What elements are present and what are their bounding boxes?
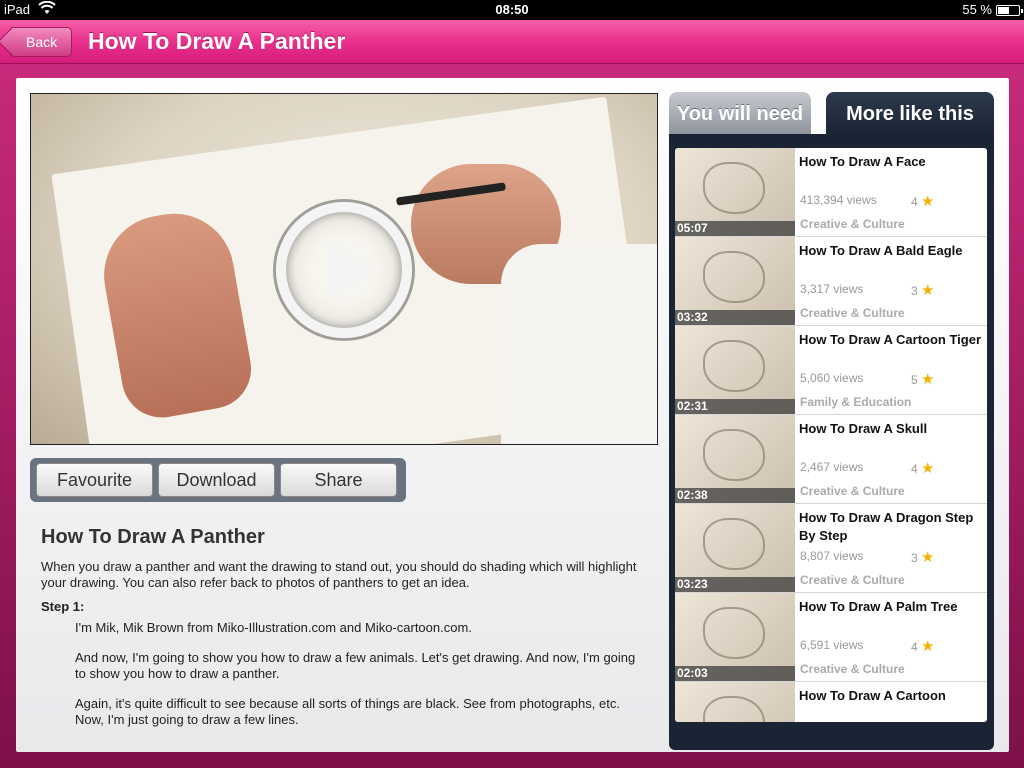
- thumbnail-sketch: [703, 607, 765, 659]
- list-item[interactable]: 05:07 How To Draw A Face 413,394 views 4…: [675, 148, 987, 237]
- video-title: How To Draw A Cartoon Tiger: [799, 332, 982, 347]
- related-list-container: 05:07 How To Draw A Face 413,394 views 4…: [669, 134, 994, 750]
- video-frame-sleeve: [501, 244, 657, 444]
- category-label: Creative & Culture: [800, 306, 905, 320]
- duration-label: 03:23: [675, 577, 795, 592]
- related-sidebar: You will need More like this 05:07 How T…: [669, 92, 995, 752]
- video-thumbnail: 02:31: [675, 326, 795, 414]
- main-stage: Favourite Download Share How To Draw A P…: [0, 64, 1024, 768]
- video-thumbnail: 03:32: [675, 237, 795, 325]
- description-heading: How To Draw A Panther: [41, 526, 265, 548]
- video-title: How To Draw A Cartoon: [799, 688, 946, 703]
- star-icon: ★: [921, 460, 935, 477]
- duration-label: 05:07: [675, 221, 795, 236]
- status-bar: iPad 08:50 55 %: [0, 0, 1024, 20]
- video-player[interactable]: [30, 93, 658, 445]
- rating: 4 ★: [911, 459, 934, 477]
- back-button[interactable]: Back: [0, 26, 72, 57]
- category-label: Creative & Culture: [800, 662, 905, 676]
- back-button-label: Back: [26, 34, 58, 50]
- rating: 3 ★: [911, 548, 934, 566]
- rating: 4 ★: [911, 637, 934, 655]
- video-title: How To Draw A Dragon Step By Step: [799, 510, 974, 543]
- rating: 4 ★: [911, 192, 934, 210]
- rating: 3 ★: [911, 281, 934, 299]
- rating: 5 ★: [911, 370, 934, 388]
- category-label: Creative & Culture: [800, 573, 905, 587]
- star-icon: ★: [921, 371, 935, 388]
- transcript-paragraph: I'm Mik, Mik Brown from Miko-Illustratio…: [75, 620, 472, 635]
- thumbnail-sketch: [703, 518, 765, 570]
- video-title: How To Draw A Face: [799, 154, 926, 169]
- category-label: Family & Education: [800, 395, 912, 409]
- duration-label: 02:31: [675, 399, 795, 414]
- duration-label: 02:38: [675, 488, 795, 503]
- video-title: How To Draw A Skull: [799, 421, 928, 436]
- share-button[interactable]: Share: [280, 463, 397, 497]
- clock: 08:50: [495, 2, 529, 17]
- thumbnail-sketch: [703, 162, 765, 214]
- video-title: How To Draw A Bald Eagle: [799, 243, 963, 258]
- content-panel: Favourite Download Share How To Draw A P…: [16, 78, 1009, 752]
- play-icon: [328, 242, 372, 298]
- favourite-button[interactable]: Favourite: [36, 463, 153, 497]
- category-label: Creative & Culture: [800, 217, 905, 231]
- star-icon: ★: [921, 638, 935, 655]
- view-count: 413,394 views: [800, 193, 877, 207]
- star-icon: ★: [921, 549, 935, 566]
- duration-label: 03:32: [675, 310, 795, 325]
- star-icon: ★: [921, 193, 935, 210]
- video-thumbnail: 02:38: [675, 415, 795, 503]
- thumbnail-sketch: [703, 696, 765, 722]
- video-title: How To Draw A Palm Tree: [799, 599, 958, 614]
- transcript-paragraph: Again, it's quite difficult to see becau…: [75, 696, 620, 727]
- category-label: Creative & Culture: [800, 484, 905, 498]
- page-title: How To Draw A Panther: [88, 28, 346, 54]
- list-item[interactable]: 02:38 How To Draw A Skull 2,467 views 4 …: [675, 415, 987, 504]
- transcript-paragraph: And now, I'm going to show you how to dr…: [75, 650, 636, 681]
- step-label: Step 1:: [41, 599, 85, 614]
- action-bar: Favourite Download Share: [30, 458, 406, 502]
- description-intro: When you draw a panther and want the dra…: [41, 559, 637, 590]
- list-item[interactable]: 02:31 How To Draw A Cartoon Tiger 5,060 …: [675, 326, 987, 415]
- thumbnail-sketch: [703, 251, 765, 303]
- battery-icon: [996, 5, 1023, 16]
- view-count: 2,467 views: [800, 460, 864, 474]
- play-button[interactable]: [276, 202, 412, 338]
- video-thumbnail: [675, 682, 795, 722]
- tab-more-like-this[interactable]: More like this: [826, 92, 994, 136]
- thumbnail-sketch: [703, 429, 765, 481]
- video-thumbnail: 02:03: [675, 593, 795, 681]
- rating-value: 3: [911, 551, 918, 565]
- duration-label: 02:03: [675, 666, 795, 681]
- related-video-list[interactable]: 05:07 How To Draw A Face 413,394 views 4…: [675, 148, 987, 722]
- view-count: 3,317 views: [800, 282, 864, 296]
- thumbnail-sketch: [703, 340, 765, 392]
- star-icon: ★: [921, 282, 935, 299]
- rating-value: 4: [911, 462, 918, 476]
- list-item[interactable]: 03:32 How To Draw A Bald Eagle 3,317 vie…: [675, 237, 987, 326]
- back-arrow-icon: [0, 26, 28, 57]
- list-item[interactable]: How To Draw A Cartoon: [675, 682, 987, 722]
- view-count: 6,591 views: [800, 638, 864, 652]
- view-count: 8,807 views: [800, 549, 864, 563]
- video-description: How To Draw A Panther When you draw a pa…: [41, 526, 641, 742]
- tab-you-will-need[interactable]: You will need: [669, 92, 811, 136]
- download-button[interactable]: Download: [158, 463, 275, 497]
- video-thumbnail: 03:23: [675, 504, 795, 592]
- rating-value: 4: [911, 640, 918, 654]
- list-item[interactable]: 02:03 How To Draw A Palm Tree 6,591 view…: [675, 593, 987, 682]
- rating-value: 5: [911, 373, 918, 387]
- video-thumbnail: 05:07: [675, 148, 795, 236]
- navigation-bar: Back How To Draw A Panther: [0, 20, 1024, 64]
- rating-value: 4: [911, 195, 918, 209]
- battery-percent: 55 %: [962, 2, 992, 17]
- view-count: 5,060 views: [800, 371, 864, 385]
- list-item[interactable]: 03:23 How To Draw A Dragon Step By Step …: [675, 504, 987, 593]
- rating-value: 3: [911, 284, 918, 298]
